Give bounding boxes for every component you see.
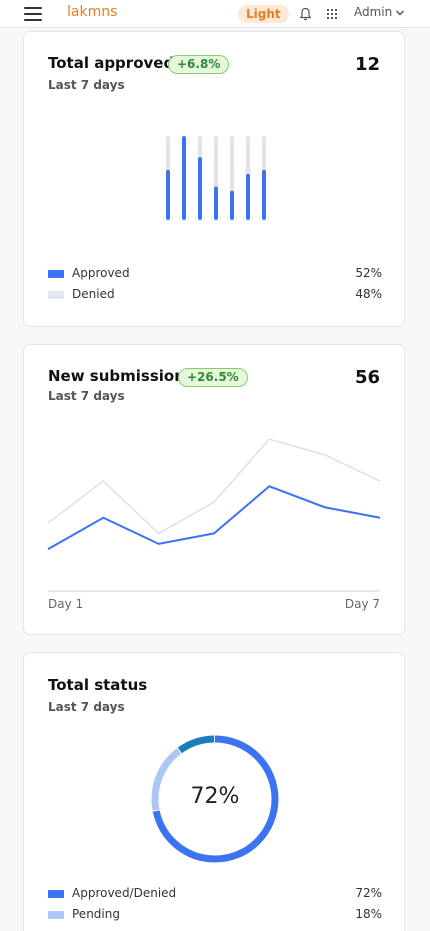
card-subtitle: Last 7 days (48, 78, 125, 92)
legend-swatch (48, 291, 64, 299)
x-axis-end-label: Day 7 (344, 597, 380, 611)
approved-bar (198, 157, 202, 220)
approved-bar (182, 136, 186, 220)
legend-swatch (48, 270, 64, 278)
x-axis-start-label: Day 1 (48, 597, 84, 611)
legend-row-approved-denied: Approved/Denied 72% (48, 886, 382, 902)
approved-bar (246, 173, 250, 220)
approved-bar-chart (166, 136, 266, 220)
line-series-secondary (47, 438, 381, 535)
submission-line-chart (47, 438, 381, 592)
growth-badge: +26.5% (178, 368, 248, 387)
denied-bar (214, 136, 218, 187)
card-title: Total status (48, 676, 148, 694)
approved-bar (214, 186, 218, 220)
bell-icon[interactable] (299, 7, 312, 21)
legend-label: Approved/Denied (72, 886, 177, 900)
legend-label: Approved (72, 266, 130, 280)
submission-card: New submission +26.5% 56 Last 7 days Day… (23, 344, 405, 635)
card-title: New submission (48, 367, 185, 385)
legend-value: 72% (355, 886, 382, 900)
brand-logo[interactable]: lakmns (67, 4, 117, 20)
hamburger-icon[interactable] (24, 7, 42, 21)
legend-label: Pending (72, 907, 120, 921)
card-total: 56 (354, 367, 380, 388)
approved-bar (166, 169, 170, 220)
legend-swatch (48, 911, 64, 919)
card-subtitle: Last 7 days (48, 389, 125, 403)
denied-bar (230, 136, 234, 191)
user-menu-label[interactable]: Admin (354, 5, 392, 19)
legend-value: 48% (355, 287, 382, 301)
card-subtitle: Last 7 days (48, 700, 125, 714)
approved-bar (230, 190, 234, 220)
approved-card: Total approved +6.8% 12 Last 7 days Appr… (23, 31, 405, 327)
denied-bar (246, 136, 250, 174)
legend-value: 18% (355, 907, 382, 921)
legend-row-denied: Denied 48% (48, 287, 382, 303)
status-card: Total status Last 7 days 72% Approved/De… (23, 652, 405, 931)
line-series-primary (47, 485, 381, 550)
donut-center-value: 72% (190, 784, 240, 809)
legend-row-pending: Pending 18% (48, 907, 382, 923)
card-title: Total approved (48, 54, 175, 72)
legend-value: 52% (355, 266, 382, 280)
card-total: 12 (354, 54, 380, 75)
grid-icon[interactable] (327, 9, 337, 19)
approved-bar (262, 169, 266, 220)
denied-bar (198, 136, 202, 157)
growth-badge: +6.8% (168, 55, 230, 74)
top-bar: lakmns Light Admin (0, 0, 430, 28)
chevron-down-icon[interactable] (395, 8, 405, 18)
denied-bar (166, 136, 170, 170)
theme-toggle[interactable]: Light (238, 5, 289, 23)
legend-swatch (48, 890, 64, 898)
legend-row-approved: Approved 52% (48, 266, 382, 282)
denied-bar (262, 136, 266, 170)
legend-label: Denied (72, 287, 115, 301)
